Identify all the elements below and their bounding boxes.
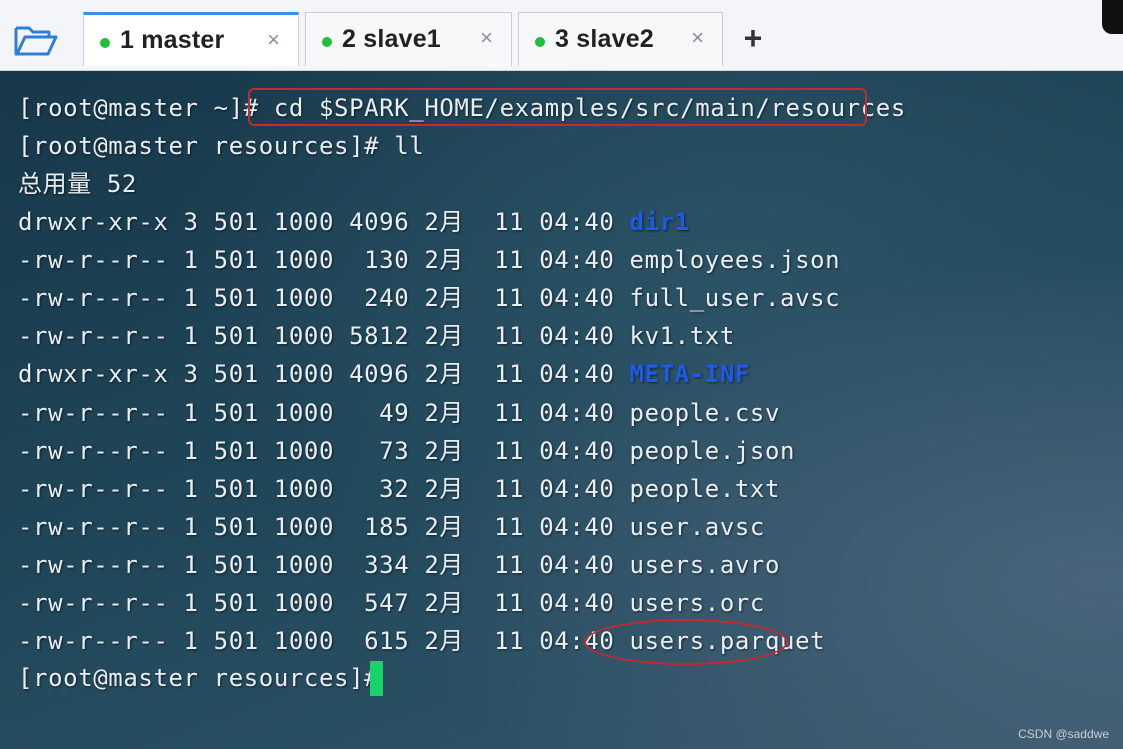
directory-name: dir1 xyxy=(629,208,690,236)
file-attributes: -rw-r--r-- 1 501 1000 130 2月 11 04:40 xyxy=(18,246,630,275)
window-corner xyxy=(1102,0,1123,34)
file-attributes: drwxr-xr-x 3 501 1000 4096 2月 11 04:40 xyxy=(18,360,630,389)
tab-label: 2 slave1 xyxy=(342,25,441,53)
terminal-line-prompt: [root@master resources]# xyxy=(18,664,395,692)
file-name: employees.json xyxy=(629,246,841,275)
listing-row: -rw-r--r-- 1 501 1000 5812 2月 11 04:40 k… xyxy=(18,319,735,353)
tab-master[interactable]: 1 master × xyxy=(83,12,299,66)
file-attributes: -rw-r--r-- 1 501 1000 49 2月 11 04:40 xyxy=(18,398,630,427)
close-icon[interactable]: × xyxy=(691,25,704,51)
terminal-output[interactable]: [root@master ~]# cd $SPARK_HOME/examples… xyxy=(0,71,1123,749)
folder-open-icon xyxy=(14,26,58,56)
session-manager-button[interactable] xyxy=(8,18,64,62)
file-attributes: drwxr-xr-x 3 501 1000 4096 2月 11 04:40 xyxy=(18,208,630,236)
connected-status-icon xyxy=(100,37,110,48)
listing-row: -rw-r--r-- 1 501 1000 49 2月 11 04:40 peo… xyxy=(18,396,780,430)
file-attributes: -rw-r--r-- 1 501 1000 73 2月 11 04:40 xyxy=(18,436,630,465)
terminal-line-ll: [root@master resources]# ll xyxy=(18,132,425,160)
file-name: kv1.txt xyxy=(629,322,735,351)
directory-name: META-INF xyxy=(629,360,750,389)
watermark: CSDN @saddwe xyxy=(1018,727,1109,741)
shell-prompt: [root@master ~]# xyxy=(18,94,274,122)
file-name: people.csv xyxy=(629,398,781,427)
listing-row: drwxr-xr-x 3 501 1000 4096 2月 11 04:40 d… xyxy=(18,205,690,239)
listing-row: -rw-r--r-- 1 501 1000 240 2月 11 04:40 fu… xyxy=(18,281,840,315)
plus-icon[interactable]: + xyxy=(737,18,769,58)
file-attributes: -rw-r--r-- 1 501 1000 240 2月 11 04:40 xyxy=(18,284,630,313)
command-highlight-box xyxy=(248,88,867,126)
file-name: people.txt xyxy=(629,474,781,503)
tab-label: 1 master xyxy=(120,26,225,54)
file-name: user.avsc xyxy=(629,512,765,541)
listing-row: drwxr-xr-x 3 501 1000 4096 2月 11 04:40 M… xyxy=(18,357,750,391)
file-name: full_user.avsc xyxy=(629,284,841,313)
tab-label: 3 slave2 xyxy=(555,25,654,53)
tab-slave2[interactable]: 3 slave2 × xyxy=(518,12,723,66)
session-tab-bar: 1 master × 2 slave1 × 3 slave2 × + xyxy=(0,0,1123,71)
file-attributes: -rw-r--r-- 1 501 1000 5812 2月 11 04:40 xyxy=(18,322,630,351)
file-name: users.avro xyxy=(629,550,781,579)
listing-row: -rw-r--r-- 1 501 1000 185 2月 11 04:40 us… xyxy=(18,510,765,544)
filename-highlight-ellipse xyxy=(584,619,788,665)
file-name: users.orc xyxy=(629,589,765,617)
file-attributes: -rw-r--r-- 1 501 1000 547 2月 11 04:40 xyxy=(18,589,630,617)
terminal-cursor xyxy=(370,661,383,696)
listing-row: -rw-r--r-- 1 501 1000 130 2月 11 04:40 em… xyxy=(18,243,840,277)
close-icon[interactable]: × xyxy=(267,27,280,53)
file-attributes: -rw-r--r-- 1 501 1000 32 2月 11 04:40 xyxy=(18,474,630,503)
connected-status-icon xyxy=(322,36,332,47)
file-name: people.json xyxy=(629,436,796,465)
file-attributes: -rw-r--r-- 1 501 1000 615 2月 11 04:40 xyxy=(18,627,630,656)
file-attributes: -rw-r--r-- 1 501 1000 334 2月 11 04:40 xyxy=(18,550,630,579)
terminal-line-total: 总用量 52 xyxy=(18,170,137,198)
listing-row: -rw-r--r-- 1 501 1000 334 2月 11 04:40 us… xyxy=(18,548,780,582)
close-icon[interactable]: × xyxy=(480,25,493,51)
connected-status-icon xyxy=(535,36,545,47)
file-attributes: -rw-r--r-- 1 501 1000 185 2月 11 04:40 xyxy=(18,512,630,541)
tab-slave1[interactable]: 2 slave1 × xyxy=(305,12,512,66)
listing-row: -rw-r--r-- 1 501 1000 547 2月 11 04:40 us… xyxy=(18,586,765,620)
listing-row: -rw-r--r-- 1 501 1000 73 2月 11 04:40 peo… xyxy=(18,434,795,468)
listing-row: -rw-r--r-- 1 501 1000 32 2月 11 04:40 peo… xyxy=(18,472,780,506)
